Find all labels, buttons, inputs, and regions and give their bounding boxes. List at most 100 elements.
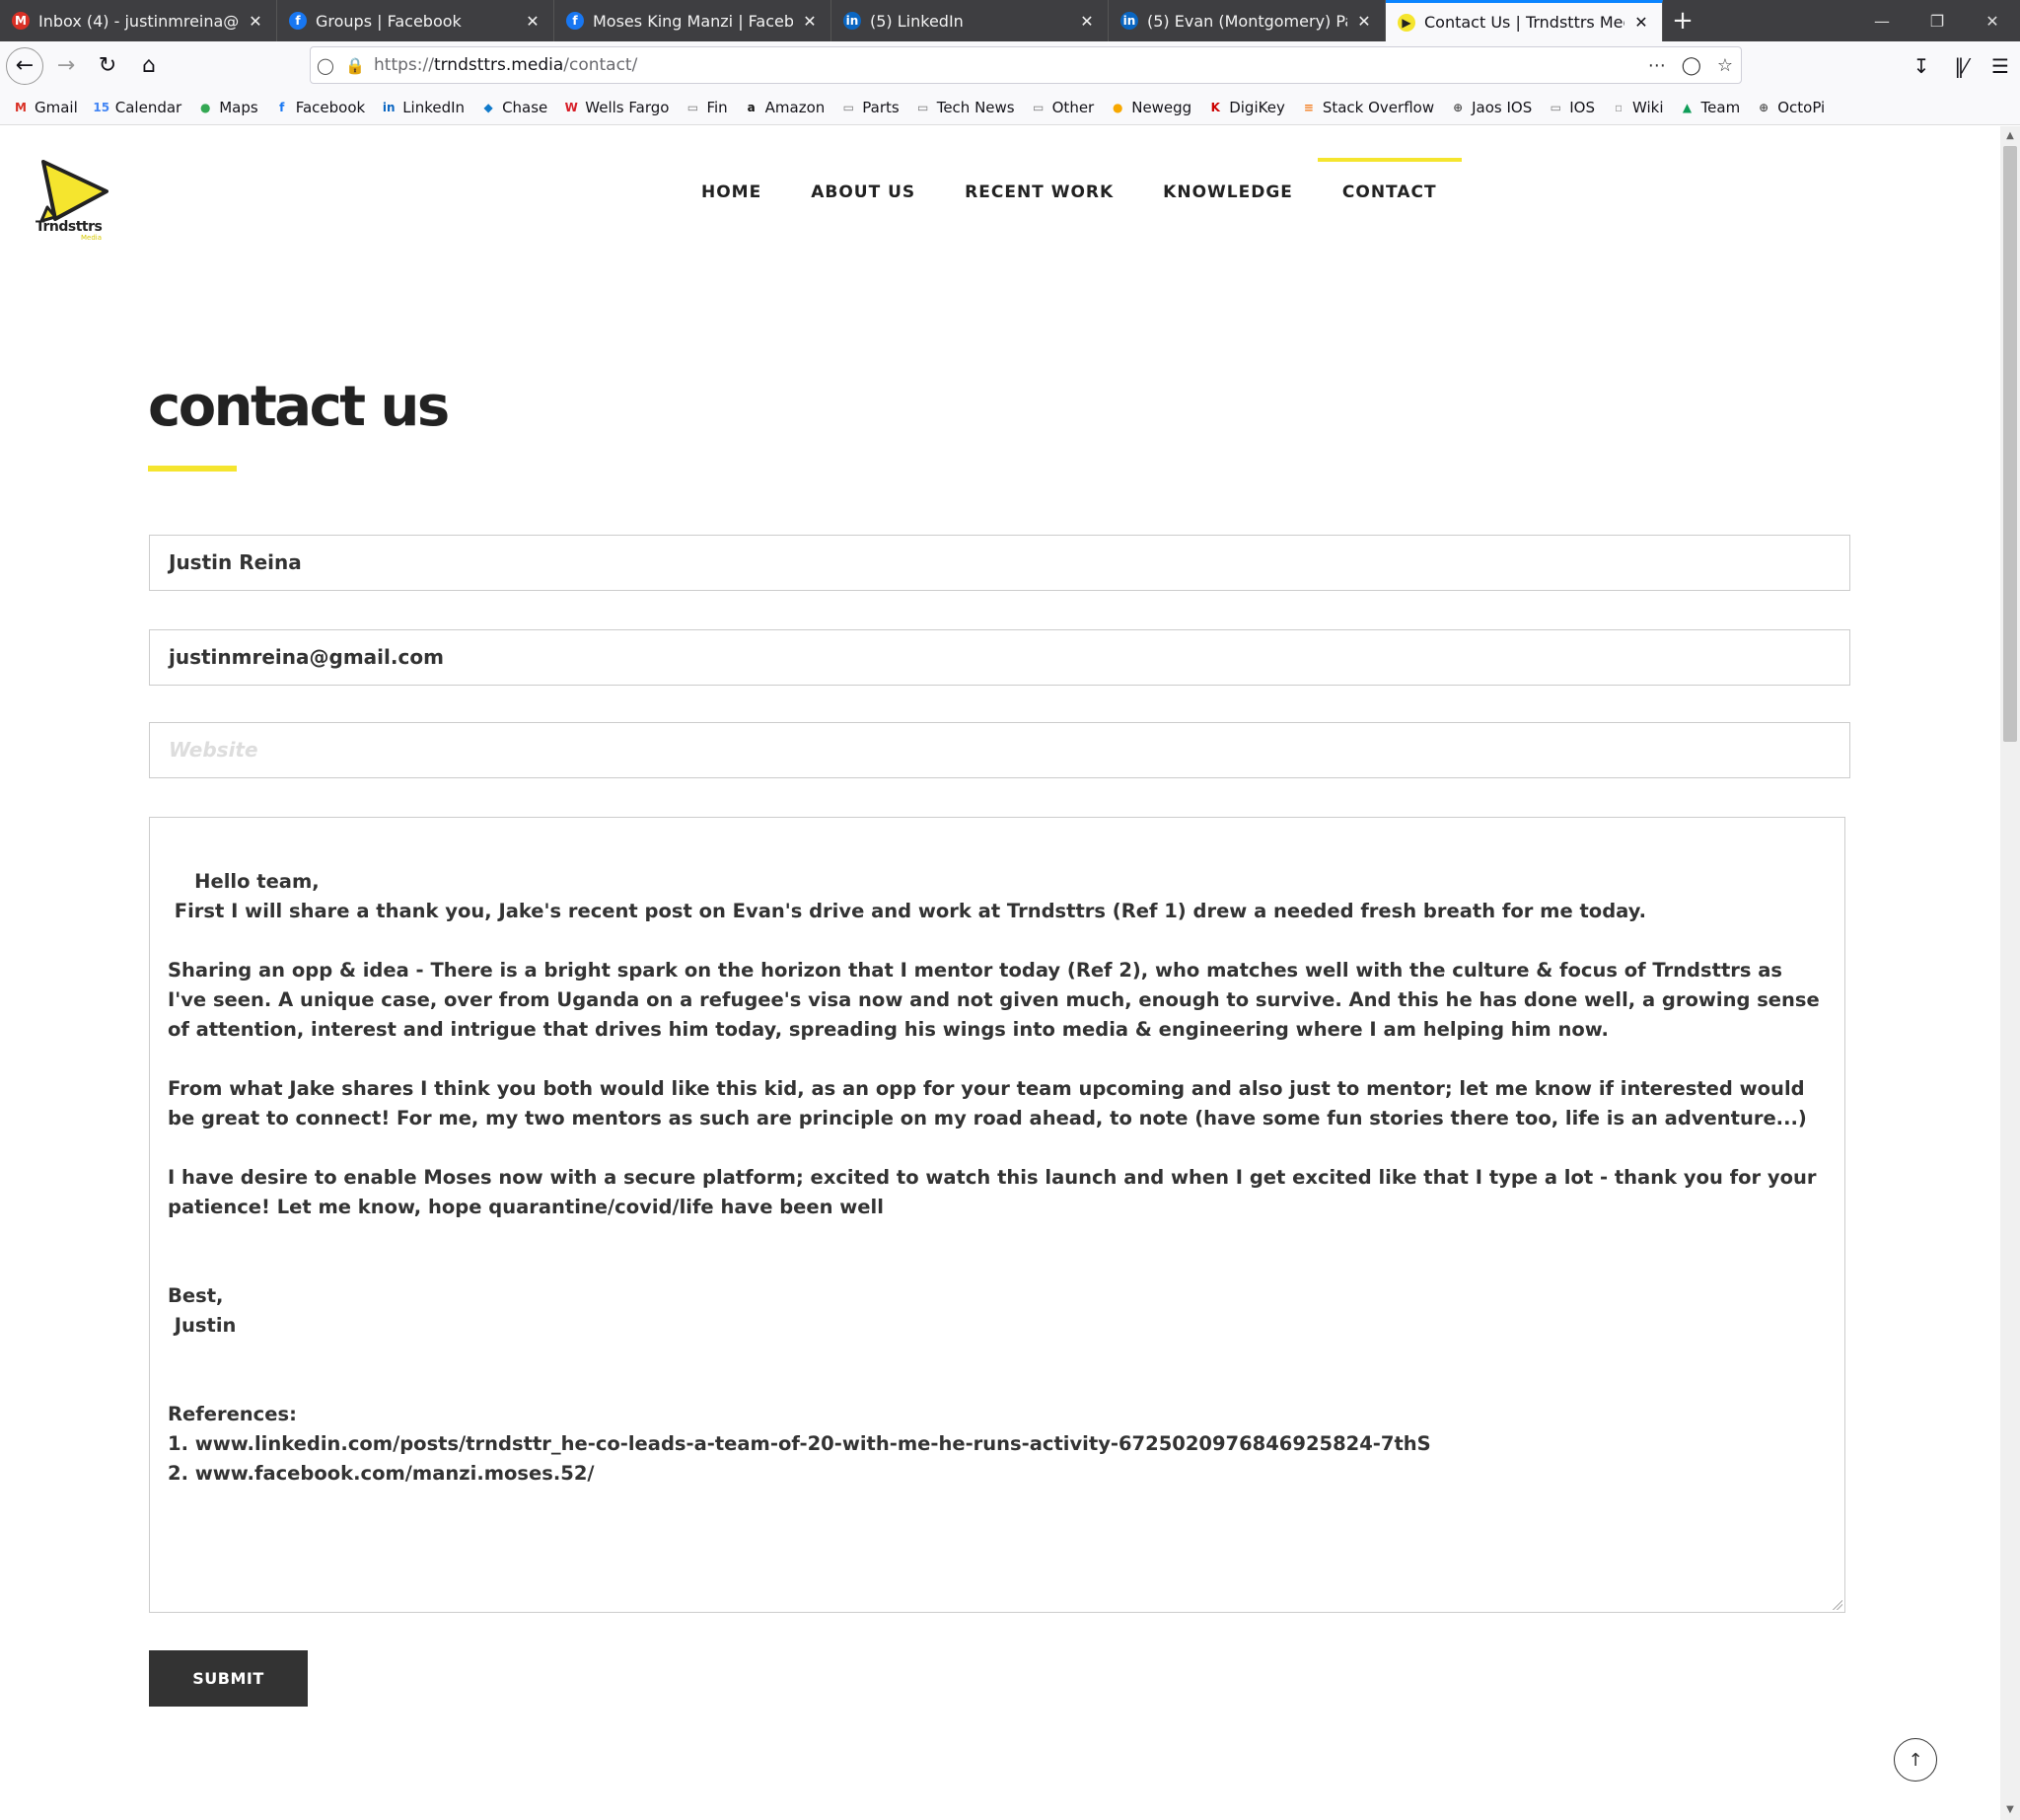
submit-button[interactable]: SUBMIT [149, 1650, 308, 1707]
page-icon: ▫ [1614, 100, 1623, 114]
bookmark-item[interactable]: ⊕ Jaos IOS [1449, 99, 1532, 116]
close-tab-icon[interactable]: ✕ [524, 12, 541, 31]
tab-title[interactable]: Inbox (4) - justinmreina@gmail [38, 12, 239, 31]
bookmark-item[interactable]: 15 Calendar [93, 99, 181, 116]
bookmark-label[interactable]: Maps [219, 99, 257, 116]
browser-tab[interactable]: M Inbox (4) - justinmreina@gmail ✕ [0, 0, 277, 41]
bookmark-item[interactable]: ▭ IOS [1547, 99, 1595, 116]
amazon-icon: a [747, 100, 756, 114]
menu-icon[interactable]: ☰ [1981, 54, 2020, 78]
chase-icon: ◆ [483, 100, 493, 114]
bookmark-label[interactable]: Chase [502, 99, 547, 116]
bookmark-label[interactable]: Stack Overflow [1323, 99, 1434, 116]
bookmark-star-icon[interactable]: ☆ [1717, 55, 1733, 76]
close-tab-icon[interactable]: ✕ [1632, 13, 1650, 32]
bookmark-label[interactable]: Tech News [937, 99, 1015, 116]
scroll-to-top-icon[interactable]: ↑ [1894, 1738, 1937, 1782]
lock-icon[interactable]: 🔒 [340, 56, 370, 75]
nav-item-about-us[interactable]: ABOUT US [786, 178, 940, 207]
scroll-up-arrow-icon[interactable]: ▲ [2000, 126, 2020, 146]
bookmark-item[interactable]: ● Maps [196, 99, 258, 116]
logo-subtitle: Media [81, 234, 103, 242]
minimize-icon[interactable]: — [1854, 0, 1910, 41]
name-field[interactable]: Justin Reina [149, 535, 1850, 591]
bookmark-item[interactable]: ▲ Team [1679, 99, 1741, 116]
bookmark-label[interactable]: Calendar [115, 99, 181, 116]
bookmark-label[interactable]: OctoPi [1777, 99, 1825, 116]
tracking-shield-icon[interactable]: ◯ [311, 56, 340, 75]
message-textarea[interactable]: Hello team, First I will share a thank y… [149, 817, 1845, 1613]
bookmark-label[interactable]: Amazon [765, 99, 826, 116]
bookmark-label[interactable]: Newegg [1131, 99, 1191, 116]
bookmark-item[interactable]: ▫ Wiki [1610, 99, 1664, 116]
nav-item-knowledge[interactable]: KNOWLEDGE [1138, 178, 1318, 207]
bookmark-label[interactable]: Facebook [296, 99, 365, 116]
bookmark-label[interactable]: Team [1701, 99, 1741, 116]
scroll-down-arrow-icon[interactable]: ▼ [2000, 1800, 2020, 1820]
forward-button[interactable]: → [47, 47, 85, 85]
new-tab-icon[interactable]: + [1663, 0, 1702, 41]
browser-tab[interactable]: in (5) LinkedIn ✕ [831, 0, 1109, 41]
bookmark-item[interactable]: ≡ Stack Overflow [1300, 99, 1434, 116]
tab-title[interactable]: (5) Evan (Montgomery) Park | Li [1147, 12, 1347, 31]
close-tab-icon[interactable]: ✕ [1078, 12, 1096, 31]
bookmark-item[interactable]: ▭ Fin [684, 99, 728, 116]
pocket-icon[interactable]: ◯ [1682, 55, 1701, 76]
close-tab-icon[interactable]: ✕ [1355, 12, 1373, 31]
bookmark-label[interactable]: Parts [862, 99, 899, 116]
library-icon[interactable]: ‖⁄ [1941, 54, 1981, 78]
page-actions-icon[interactable]: ⋯ [1648, 55, 1666, 76]
bookmark-item[interactable]: f Facebook [273, 99, 365, 116]
facebook-icon: f [279, 100, 285, 114]
close-tab-icon[interactable]: ✕ [801, 12, 819, 31]
bookmark-label[interactable]: Gmail [35, 99, 78, 116]
nav-item-home[interactable]: HOME [677, 178, 786, 207]
browser-tab[interactable]: ▶ Contact Us | Trndsttrs Media | K ✕ [1386, 0, 1663, 41]
bookmark-item[interactable]: ▭ Tech News [914, 99, 1015, 116]
browser-tab[interactable]: in (5) Evan (Montgomery) Park | Li ✕ [1109, 0, 1386, 41]
bookmark-label[interactable]: DigiKey [1229, 99, 1285, 116]
resize-handle-icon[interactable] [1833, 1600, 1842, 1610]
bookmark-item[interactable]: M Gmail [12, 99, 78, 116]
scrollbar-thumb[interactable] [2003, 146, 2017, 742]
close-window-icon[interactable]: ✕ [1965, 0, 2020, 41]
bookmark-label[interactable]: Wiki [1632, 99, 1664, 116]
url-text[interactable]: https://trndsttrs.media/contact/ [374, 55, 637, 75]
page-scrollbar[interactable]: ▲ ▼ [2000, 126, 2020, 1820]
restore-icon[interactable]: ❐ [1910, 0, 1965, 41]
tab-title[interactable]: Groups | Facebook [316, 12, 516, 31]
website-field[interactable]: Website [149, 722, 1850, 778]
email-field[interactable]: justinmreina@gmail.com [149, 629, 1850, 686]
bookmark-item[interactable]: K DigiKey [1206, 99, 1285, 116]
browser-tab[interactable]: f Groups | Facebook ✕ [277, 0, 554, 41]
address-bar[interactable]: ◯ 🔒 https://trndsttrs.media/contact/ ⋯ ◯… [310, 46, 1742, 84]
bookmarks-toolbar: M Gmail 15 Calendar ● Maps f Facebook in LinkedIn… [0, 90, 2020, 125]
home-button[interactable]: ⌂ [130, 47, 168, 85]
nav-item-recent-work[interactable]: RECENT WORK [940, 178, 1138, 207]
message-text[interactable]: Hello team, First I will share a thank y… [168, 870, 1827, 1485]
bookmark-label[interactable]: IOS [1569, 99, 1595, 116]
bookmark-item[interactable]: ◆ Chase [479, 99, 547, 116]
tab-title[interactable]: Contact Us | Trndsttrs Media | K [1424, 13, 1624, 32]
bookmark-item[interactable]: W Wells Fargo [562, 99, 670, 116]
bookmark-label[interactable]: Jaos IOS [1472, 99, 1532, 116]
nav-item-contact[interactable]: CONTACT [1317, 158, 1462, 207]
browser-tab[interactable]: f Moses King Manzi | Facebook ✕ [554, 0, 831, 41]
bookmark-item[interactable]: ⊕ OctoPi [1755, 99, 1825, 116]
bookmark-label[interactable]: Fin [706, 99, 727, 116]
bookmark-label[interactable]: LinkedIn [402, 99, 465, 116]
tab-title[interactable]: (5) LinkedIn [870, 12, 1070, 31]
bookmark-item[interactable]: ▭ Parts [839, 99, 900, 116]
bookmark-item[interactable]: in LinkedIn [380, 99, 465, 116]
bookmark-item[interactable]: ▭ Other [1030, 99, 1095, 116]
globe-icon: ⊕ [1453, 100, 1464, 114]
reload-button[interactable]: ↻ [89, 47, 126, 85]
bookmark-item[interactable]: ● Newegg [1109, 99, 1191, 116]
tab-title[interactable]: Moses King Manzi | Facebook [593, 12, 793, 31]
downloads-icon[interactable]: ↧ [1902, 54, 1941, 78]
close-tab-icon[interactable]: ✕ [247, 12, 264, 31]
bookmark-item[interactable]: a Amazon [743, 99, 826, 116]
back-button[interactable]: ← [6, 46, 43, 85]
bookmark-label[interactable]: Other [1052, 99, 1095, 116]
bookmark-label[interactable]: Wells Fargo [585, 99, 669, 116]
